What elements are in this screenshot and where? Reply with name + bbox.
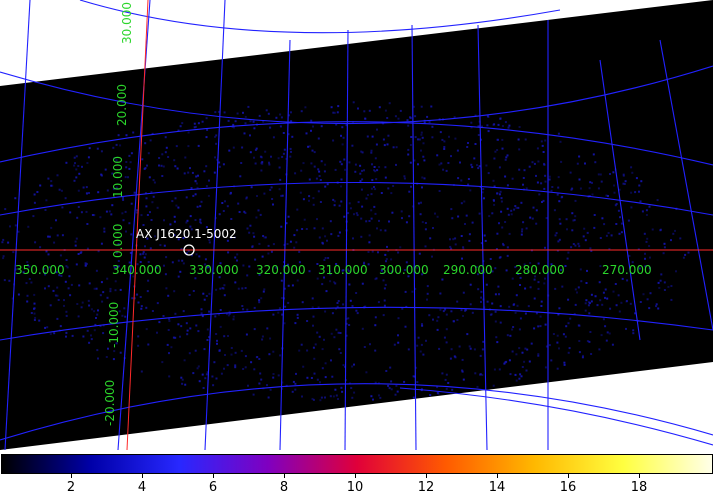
x-axis-label: 280.000 bbox=[515, 263, 565, 277]
colorbar-tick-label: 4 bbox=[137, 480, 147, 495]
colorbar-tick-label: 18 bbox=[630, 480, 648, 495]
colorbar-tick bbox=[639, 474, 640, 478]
image-viewer-canvas[interactable]: 350.000 340.000 330.000 320.000 310.000 … bbox=[0, 0, 713, 450]
y-axis-label: 0.000 bbox=[111, 223, 125, 258]
x-axis-label: 350.000 bbox=[15, 263, 65, 277]
colorbar-gradient[interactable] bbox=[1, 454, 713, 474]
y-axis-label: 30.000 bbox=[120, 2, 134, 44]
colorbar[interactable]: 2 4 6 8 10 12 14 16 18 bbox=[0, 453, 713, 498]
source-label: AX J1620.1-5002 bbox=[136, 227, 237, 241]
colorbar-tick bbox=[497, 474, 498, 478]
y-axis-label: -20.000 bbox=[103, 379, 117, 426]
x-axis-label: 270.000 bbox=[602, 263, 652, 277]
x-axis-label: 320.000 bbox=[256, 263, 306, 277]
colorbar-tick bbox=[142, 474, 143, 478]
colorbar-tick-label: 6 bbox=[208, 480, 218, 495]
colorbar-tick bbox=[355, 474, 356, 478]
colorbar-tick-label: 12 bbox=[417, 480, 435, 495]
y-axis-label: 20.000 bbox=[115, 84, 129, 126]
colorbar-tick bbox=[213, 474, 214, 478]
x-axis-label: 330.000 bbox=[189, 263, 239, 277]
colorbar-tick bbox=[568, 474, 569, 478]
colorbar-tick bbox=[426, 474, 427, 478]
y-axis-label: -10.000 bbox=[107, 301, 121, 348]
colorbar-tick bbox=[284, 474, 285, 478]
colorbar-tick-label: 2 bbox=[66, 480, 76, 495]
colorbar-tick-label: 8 bbox=[279, 480, 289, 495]
x-axis-label: 340.000 bbox=[112, 263, 162, 277]
colorbar-tick-label: 16 bbox=[559, 480, 577, 495]
x-axis-label: 290.000 bbox=[443, 263, 493, 277]
colorbar-tick-label: 10 bbox=[346, 480, 364, 495]
colorbar-tick bbox=[71, 474, 72, 478]
colorbar-tick-label: 14 bbox=[488, 480, 506, 495]
x-axis-label: 310.000 bbox=[318, 263, 368, 277]
x-axis-label: 300.000 bbox=[379, 263, 429, 277]
y-axis-label: 10.000 bbox=[111, 156, 125, 198]
